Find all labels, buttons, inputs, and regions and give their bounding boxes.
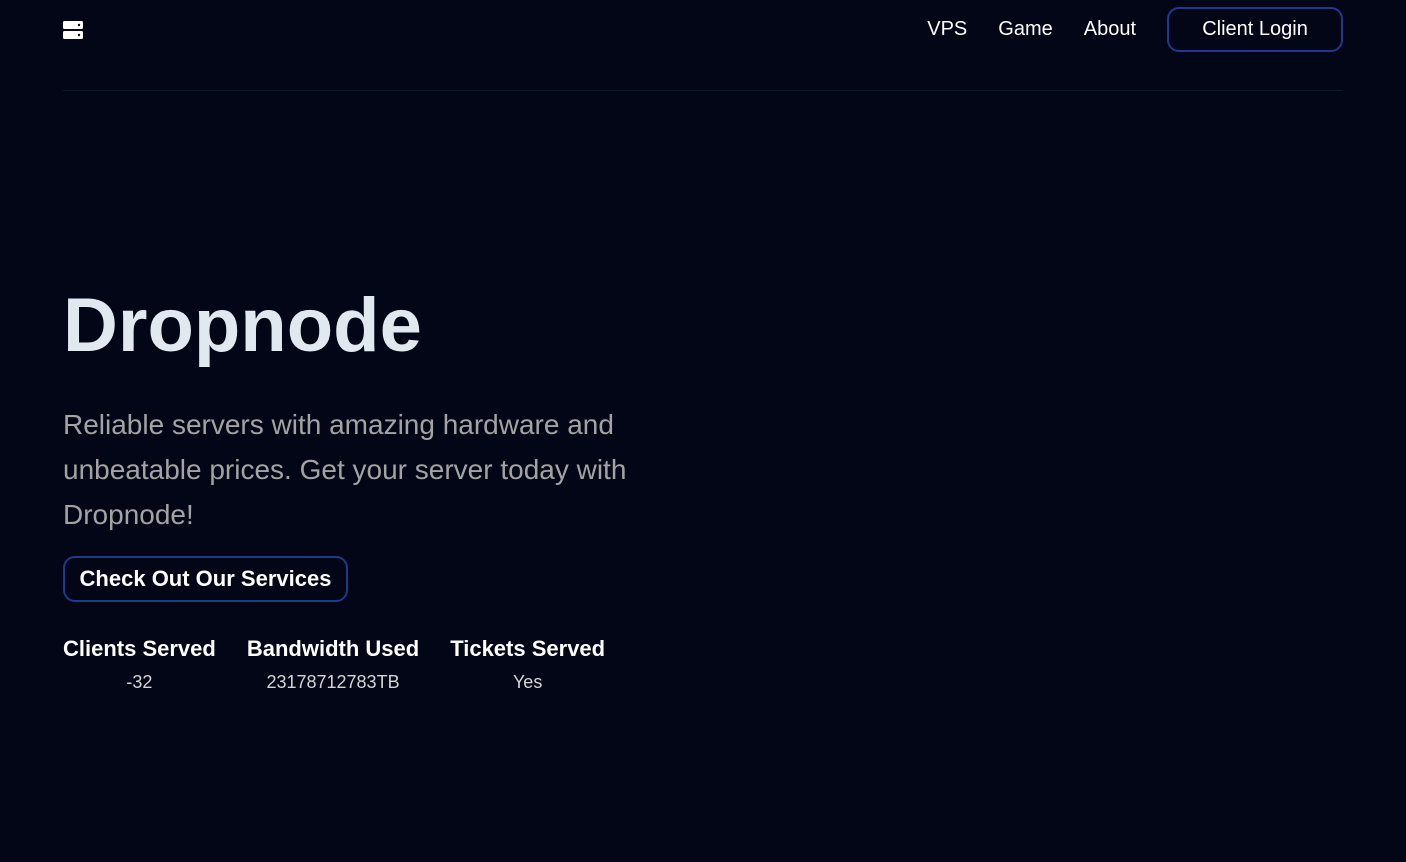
hero-title: Dropnode <box>63 283 422 368</box>
stat-value: -32 <box>126 672 153 692</box>
stat-bandwidth-used: Bandwidth Used 23178712783TB <box>247 634 419 700</box>
stat-label: Bandwidth Used <box>246 636 420 661</box>
stat-label: Tickets Served <box>450 636 606 661</box>
nav-link-vps[interactable]: VPS <box>927 18 967 41</box>
nav-link-about[interactable]: About <box>1084 18 1136 41</box>
nav-link-game[interactable]: Game <box>998 18 1052 41</box>
stat-value: Yes <box>512 672 543 692</box>
stat-value: 23178712783TB <box>266 672 400 692</box>
stat-tickets-served: Tickets Served Yes <box>450 634 605 700</box>
nav-links: VPS Game About Client Login <box>927 7 1343 52</box>
stat-label: Clients Served <box>63 636 216 661</box>
navbar: VPS Game About Client Login <box>63 0 1343 91</box>
check-out-services-button[interactable]: Check Out Our Services <box>63 556 348 602</box>
server-icon[interactable] <box>63 21 83 39</box>
hero-description: Reliable servers with amazing hardware a… <box>63 409 627 530</box>
stats-row: Clients Served -32 Bandwidth Used 231787… <box>63 634 636 700</box>
stat-clients-served: Clients Served -32 <box>63 634 216 700</box>
client-login-button[interactable]: Client Login <box>1167 7 1343 52</box>
